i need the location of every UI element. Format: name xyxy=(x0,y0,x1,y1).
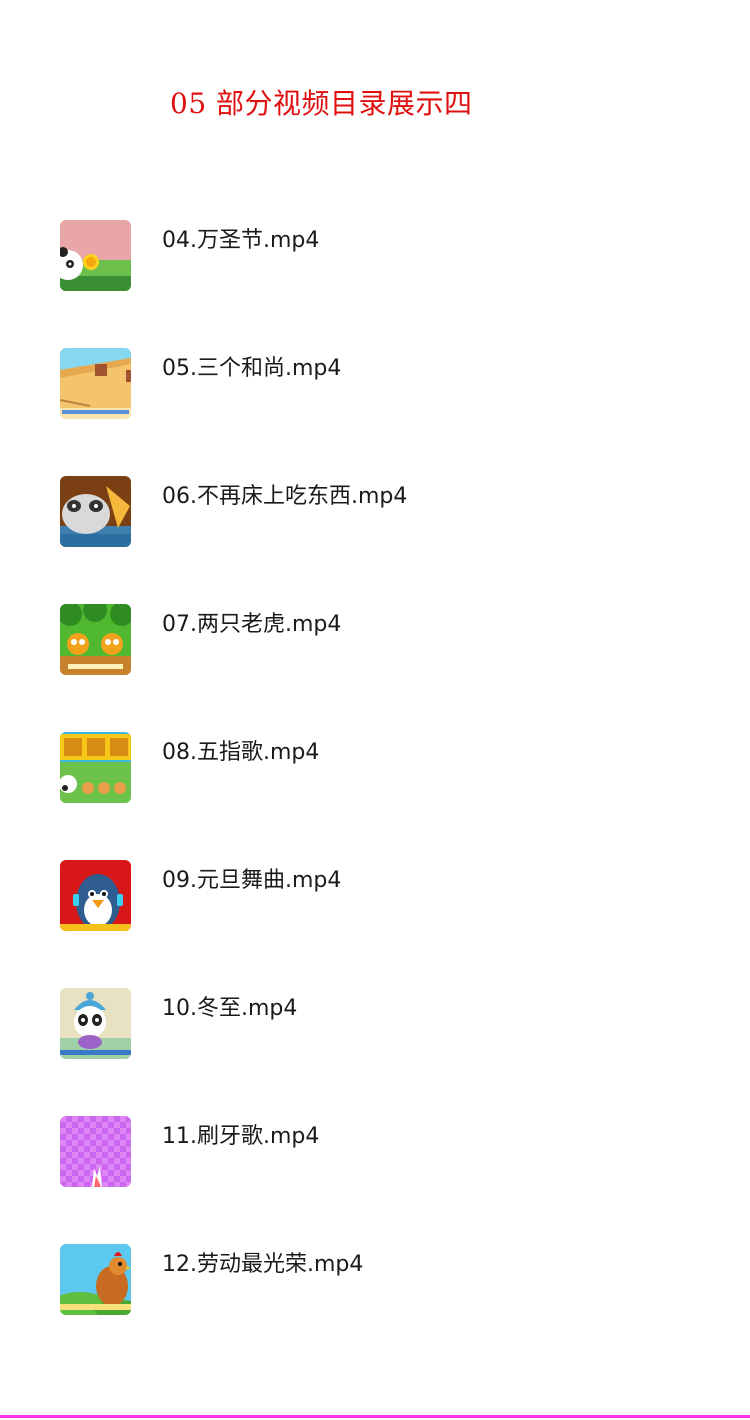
list-item[interactable]: 06.不再床上吃东西.mp4 xyxy=(0,476,750,548)
page-title: 05 部分视频目录展示四 xyxy=(170,87,473,120)
tigers-thumbnail-icon[interactable] xyxy=(60,604,131,675)
panda-winter-hat-thumbnail-icon[interactable] xyxy=(60,988,131,1059)
video-file-name[interactable]: 10.冬至.mp4 xyxy=(162,990,297,1022)
video-file-name[interactable]: 07.两只老虎.mp4 xyxy=(162,606,341,638)
video-file-name[interactable]: 08.五指歌.mp4 xyxy=(162,734,319,766)
bottom-divider xyxy=(0,1415,750,1418)
list-item[interactable]: 08.五指歌.mp4 xyxy=(0,732,750,804)
video-file-name[interactable]: 09.元旦舞曲.mp4 xyxy=(162,862,341,894)
panda-bed-thumbnail-icon[interactable] xyxy=(60,476,131,547)
list-item[interactable]: 12.劳动最光荣.mp4 xyxy=(0,1244,750,1316)
panda-sun-thumbnail-icon[interactable] xyxy=(60,220,131,291)
video-file-name[interactable]: 12.劳动最光荣.mp4 xyxy=(162,1246,363,1278)
video-file-name[interactable]: 04.万圣节.mp4 xyxy=(162,222,319,254)
video-file-name[interactable]: 11.刷牙歌.mp4 xyxy=(162,1118,319,1150)
list-item[interactable]: 04.万圣节.mp4 xyxy=(0,220,750,292)
five-finger-song-thumbnail-icon[interactable] xyxy=(60,732,131,803)
list-item[interactable]: 05.三个和尚.mp4 xyxy=(0,348,750,420)
video-file-name[interactable]: 06.不再床上吃东西.mp4 xyxy=(162,478,407,510)
desert-bucket-thumbnail-icon[interactable] xyxy=(60,348,131,419)
purple-checker-thumbnail-icon[interactable] xyxy=(60,1116,131,1187)
list-item[interactable]: 10.冬至.mp4 xyxy=(0,988,750,1060)
list-item[interactable]: 09.元旦舞曲.mp4 xyxy=(0,860,750,932)
rooster-thumbnail-icon[interactable] xyxy=(60,1244,131,1315)
list-item[interactable]: 11.刷牙歌.mp4 xyxy=(0,1116,750,1188)
video-file-name[interactable]: 05.三个和尚.mp4 xyxy=(162,350,341,382)
penguin-thumbnail-icon[interactable] xyxy=(60,860,131,931)
list-item[interactable]: 07.两只老虎.mp4 xyxy=(0,604,750,676)
